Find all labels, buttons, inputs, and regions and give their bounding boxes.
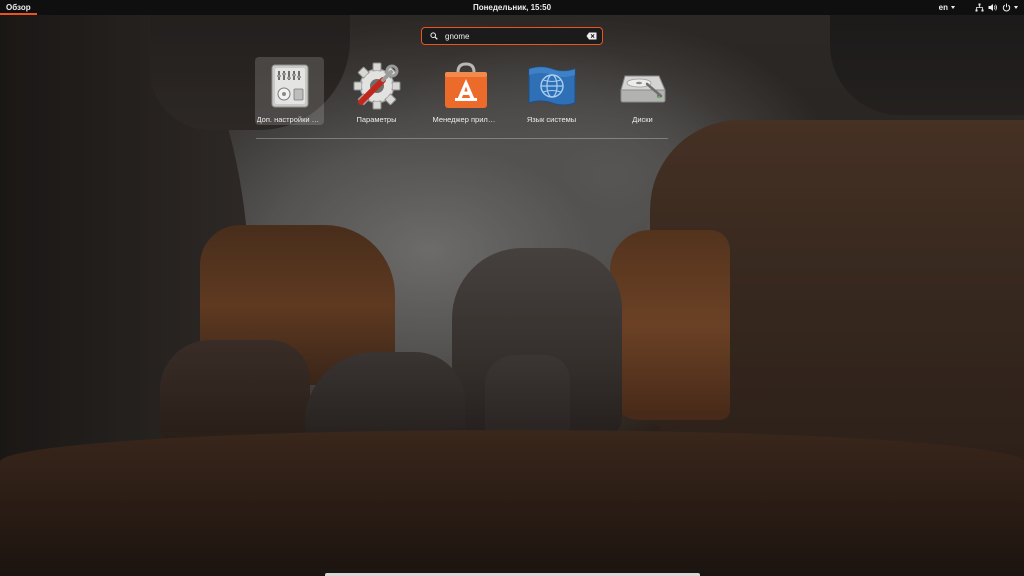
app-result-label: Язык системы [526, 115, 577, 124]
language-support-icon [527, 61, 577, 111]
desktop: Обзор Понедельник, 15:50 en gnome Доп. н… [0, 0, 1024, 576]
app-result-gnome-tweaks[interactable]: Доп. настройки GNOME [255, 57, 324, 125]
clock-label[interactable]: Понедельник, 15:50 [473, 3, 551, 12]
app-result-label: Параметры [356, 115, 397, 124]
settings-icon [352, 61, 402, 111]
volume-indicator[interactable] [988, 0, 998, 15]
network-indicator[interactable] [975, 0, 984, 15]
search-input[interactable] [439, 29, 585, 43]
chevron-down-icon [1014, 6, 1018, 9]
app-result-software[interactable]: Менеджер приложений [431, 57, 500, 125]
app-result-language[interactable]: Язык системы [517, 57, 586, 125]
volume-icon [988, 4, 997, 11]
system-menu[interactable] [1002, 0, 1018, 15]
language-label: en [938, 3, 948, 12]
app-result-label: Диски [632, 115, 653, 124]
results-separator [256, 138, 668, 139]
chevron-down-icon [951, 6, 955, 9]
app-result-disks[interactable]: Диски [608, 57, 677, 125]
search-results: Доп. настройки GNOME [255, 57, 695, 125]
search-icon [429, 31, 439, 41]
power-icon [1002, 3, 1011, 12]
app-result-label: Менеджер приложений [432, 115, 499, 124]
top-bar: Обзор Понедельник, 15:50 en [0, 0, 1024, 15]
clear-search-icon[interactable] [585, 31, 597, 41]
app-result-label: Доп. настройки GNOME [256, 115, 323, 124]
disks-icon [618, 61, 668, 111]
gnome-tweaks-icon [265, 61, 315, 111]
software-center-icon [441, 61, 491, 111]
language-menu[interactable]: en [939, 0, 955, 15]
search-entry[interactable] [421, 27, 603, 45]
system-tray: en [939, 0, 1018, 15]
network-icon [975, 3, 984, 12]
app-result-settings[interactable]: Параметры [342, 57, 411, 125]
clock: Понедельник, 15:50 [0, 0, 1024, 15]
